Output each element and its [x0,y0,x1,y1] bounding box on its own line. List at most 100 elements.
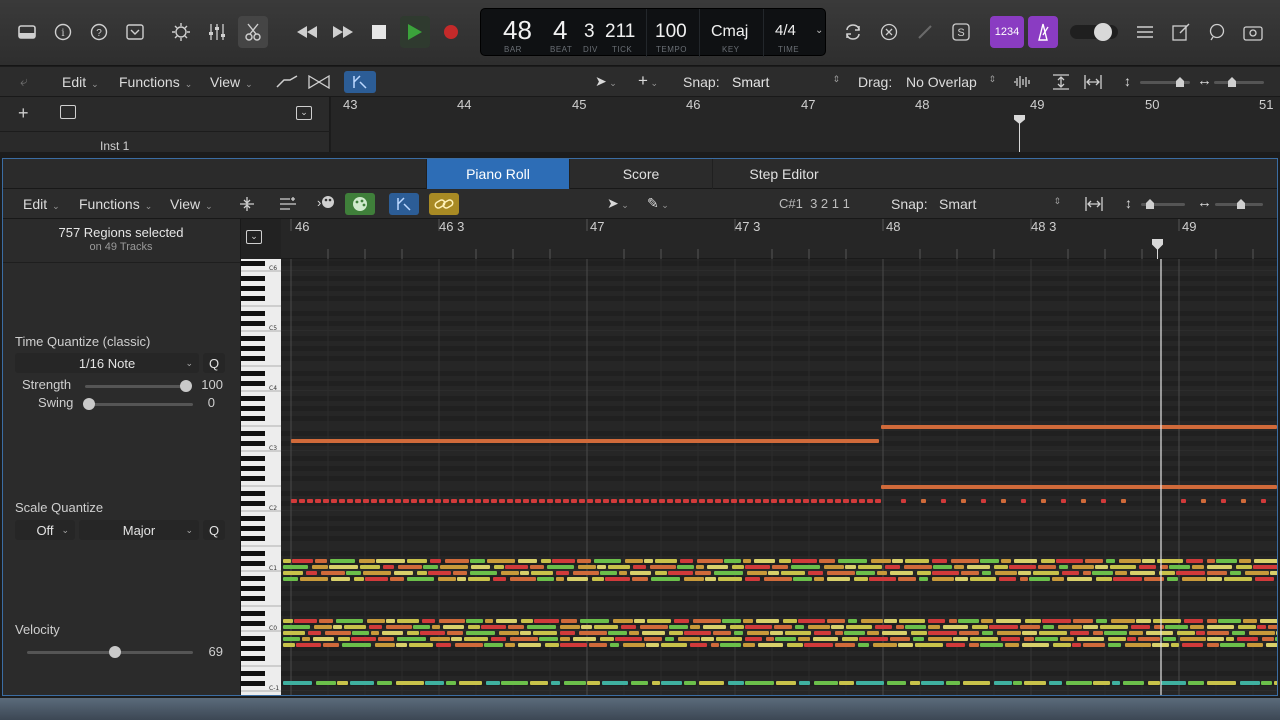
volume-slider[interactable] [1070,23,1118,41]
velocity-value[interactable]: 69 [199,644,223,659]
tab-piano-roll[interactable]: Piano Roll [426,159,569,189]
add-track-icon[interactable]: + [18,103,29,124]
midi-note [291,499,297,503]
note-grid-canvas[interactable] [281,259,1277,695]
tracks-drag-label: Drag: [858,74,893,90]
tab-score[interactable]: Score [569,159,712,189]
tracks-drag-select[interactable]: No Overlap ⇕ [906,74,996,90]
midi-note [316,681,336,685]
editor-pencil-tool-icon[interactable]: ✎ ⌄ [647,195,669,212]
info-icon[interactable]: i [48,16,78,48]
toolbar-toggle-icon[interactable] [120,16,150,48]
velocity-knob[interactable] [109,646,121,658]
tracks-edit-menu[interactable]: Edit ⌄ [62,74,99,90]
catch-icon[interactable] [344,71,376,93]
library-icon[interactable] [12,16,42,48]
tuner-icon[interactable] [910,16,940,48]
strength-knob[interactable] [180,380,192,392]
editor-view-menu[interactable]: View ⌄ [170,196,213,212]
time-quantize-select[interactable]: 1/16 Note ⌄ [15,353,199,373]
tracks-snap-select[interactable]: Smart ⇕ [732,74,844,90]
tracks-ruler[interactable]: 43 44 45 46 47 48 49 50 51 [331,97,1280,152]
editor-catch-icon[interactable] [389,193,419,215]
midi-draw-icon[interactable]: › [317,195,335,210]
swing-slider[interactable] [85,403,193,406]
strength-value[interactable]: 100 [199,377,223,392]
editor-ruler[interactable]: 46 46 3 47 47 3 48 48 3 49 [281,219,1277,259]
tracks-functions-menu[interactable]: Functions ⌄ [119,74,192,90]
editor-horizontal-zoom-knob[interactable] [1237,199,1245,209]
record-icon[interactable] [436,16,466,48]
lcd-display[interactable]: 48 BAR 4 BEAT 3 DIV 211 TICK 100 TEMPO C… [480,8,826,57]
track-name[interactable]: Inst 1 [100,139,129,153]
help-icon[interactable]: ? [84,16,114,48]
tracks-playhead-handle[interactable] [1014,115,1025,124]
midi-note [1220,643,1245,647]
macos-dock[interactable] [0,698,1280,720]
smart-controls-icon[interactable] [166,16,196,48]
editor-snap-select[interactable]: Smart ⇕ [939,196,1065,212]
waveform-zoom-icon[interactable] [1012,74,1032,95]
notepad-icon[interactable] [1166,16,1196,48]
editor-functions-menu[interactable]: Functions ⌄ [79,196,152,212]
note-grid[interactable] [281,259,1277,695]
midi-note [972,625,988,629]
editor-horizontal-fit-icon[interactable] [1085,196,1103,217]
back-arrow-icon[interactable]: ⤶ [20,73,28,90]
midi-note [1108,637,1126,641]
volume-knob[interactable] [1094,23,1112,41]
duplicate-track-icon[interactable] [60,105,76,119]
link-icon[interactable] [429,193,459,215]
rewind-icon[interactable] [292,16,322,48]
horizontal-zoom-knob[interactable] [1228,77,1236,87]
lcd-chevron-icon[interactable]: ⌄ [815,25,823,36]
lcd-tempo[interactable]: 100 [655,21,687,43]
piano-keyboard[interactable]: C6 C5 C4 C3 C2 C1 C0 C-1 [241,259,281,695]
pointer-tool-icon[interactable]: ➤ ⌄ [595,73,617,90]
horizontal-fit-icon[interactable] [1084,74,1102,95]
vertical-zoom-knob[interactable] [1176,77,1184,87]
browsers-icon[interactable] [1238,16,1268,48]
play-icon[interactable] [400,16,430,48]
mixer-icon[interactable] [202,16,232,48]
lcd-key[interactable]: Cmaj [711,23,748,41]
swing-knob[interactable] [83,398,95,410]
flex-icon[interactable] [308,74,330,94]
editor-vertical-zoom-knob[interactable] [1146,199,1154,209]
tracks-view-menu[interactable]: View ⌄ [210,74,253,90]
solo-icon[interactable]: S [946,16,976,48]
stop-icon[interactable] [364,16,394,48]
replace-icon[interactable] [874,16,904,48]
automation-icon[interactable] [276,75,298,94]
tab-step-editor[interactable]: Step Editor [712,159,855,189]
midi-note [684,681,696,685]
metronome-icon[interactable] [1028,16,1058,48]
collapse-icon[interactable] [279,196,297,217]
time-quantize-q-button[interactable]: Q [203,353,225,373]
cycle-icon[interactable] [838,16,868,48]
swing-value[interactable]: 0 [199,395,215,410]
inspector-toggle-icon[interactable]: ⌄ [246,230,262,244]
scale-type-select[interactable]: Major ⌄ [79,520,199,540]
midi-note [798,619,825,623]
fast-forward-icon[interactable] [328,16,358,48]
editor-edit-menu[interactable]: Edit ⌄ [23,196,60,212]
crosshair-tool-icon[interactable]: + ⌄ [638,71,658,91]
track-header-toggle-icon[interactable]: ⌄ [296,106,312,120]
piano-keys[interactable]: C6 C5 C4 C3 C2 C1 C0 C-1 [241,259,281,695]
midi-note [338,637,350,641]
vertical-fit-icon[interactable] [1052,74,1070,95]
list-editors-icon[interactable] [1130,16,1160,48]
scale-root-select[interactable]: Off ⌄ [15,520,75,540]
count-in-button[interactable]: 1234 [990,16,1024,48]
loop-browser-icon[interactable] [1202,16,1232,48]
midi-note [904,565,932,569]
horizontal-zoom-slider[interactable] [1214,81,1264,84]
editor-pointer-tool-icon[interactable]: ➤ ⌄ [607,195,629,212]
scale-quantize-q-button[interactable]: Q [203,520,225,540]
midi-in-icon[interactable] [239,196,255,217]
lcd-time-signature[interactable]: 4/4 [775,22,796,39]
editors-scissors-icon[interactable] [238,16,268,48]
strength-slider[interactable] [85,385,189,388]
region-colors-icon[interactable] [345,193,375,215]
